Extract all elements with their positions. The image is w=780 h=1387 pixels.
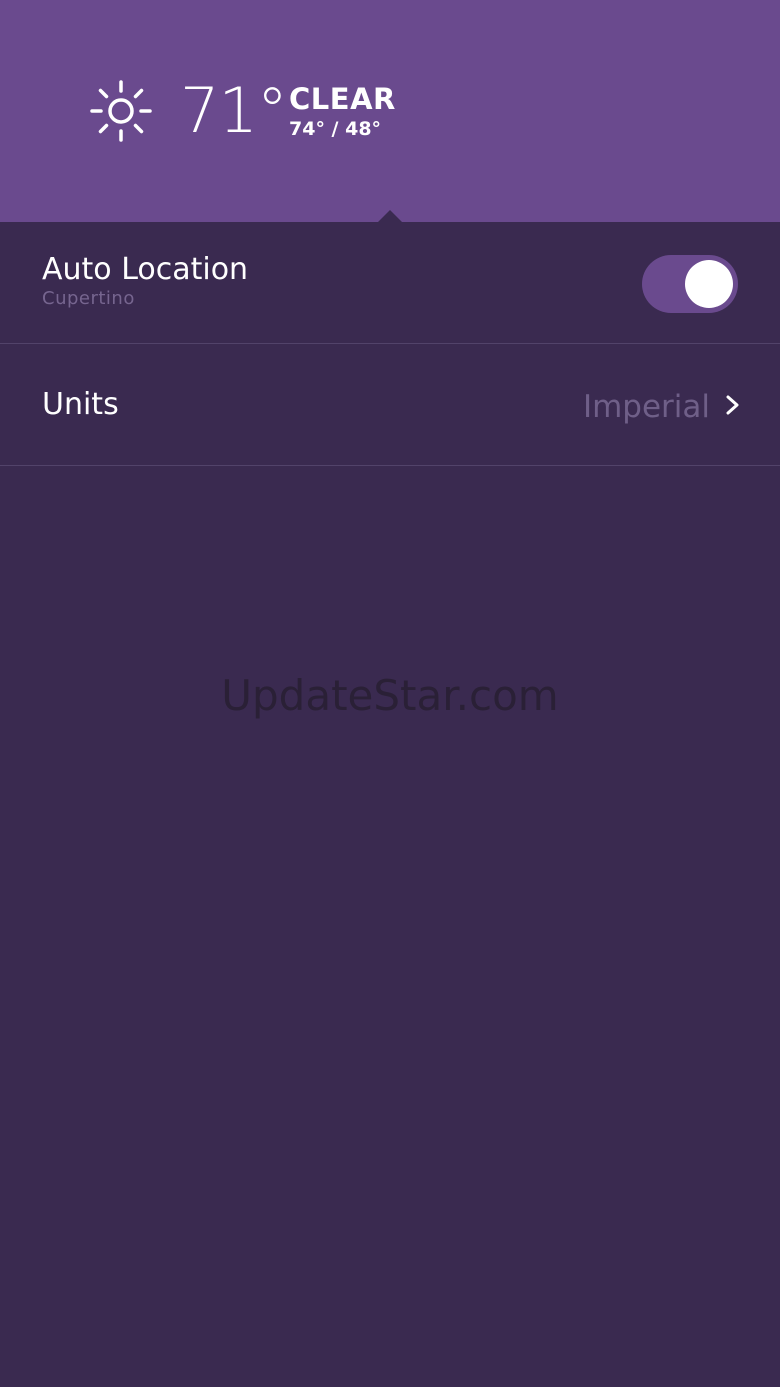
- current-temperature: 71°: [180, 74, 288, 147]
- sun-icon: [90, 80, 152, 142]
- units-row[interactable]: Units Imperial: [0, 344, 780, 466]
- units-value: Imperial: [582, 389, 710, 425]
- header-pointer: [378, 210, 402, 222]
- auto-location-toggle[interactable]: [642, 255, 738, 313]
- high-low-temperature: 74° / 48°: [289, 118, 382, 140]
- toggle-knob: [685, 260, 733, 308]
- watermark: UpdateStar.com: [221, 671, 559, 720]
- weather-header: 71° CLEAR 74° / 48°: [0, 0, 780, 222]
- auto-location-city: Cupertino: [42, 288, 135, 309]
- auto-location-label: Auto Location: [42, 252, 249, 287]
- weather-condition: CLEAR: [289, 82, 396, 116]
- chevron-right-icon[interactable]: [724, 394, 742, 416]
- auto-location-row[interactable]: Auto Location Cupertino: [0, 222, 780, 344]
- units-label: Units: [42, 387, 119, 422]
